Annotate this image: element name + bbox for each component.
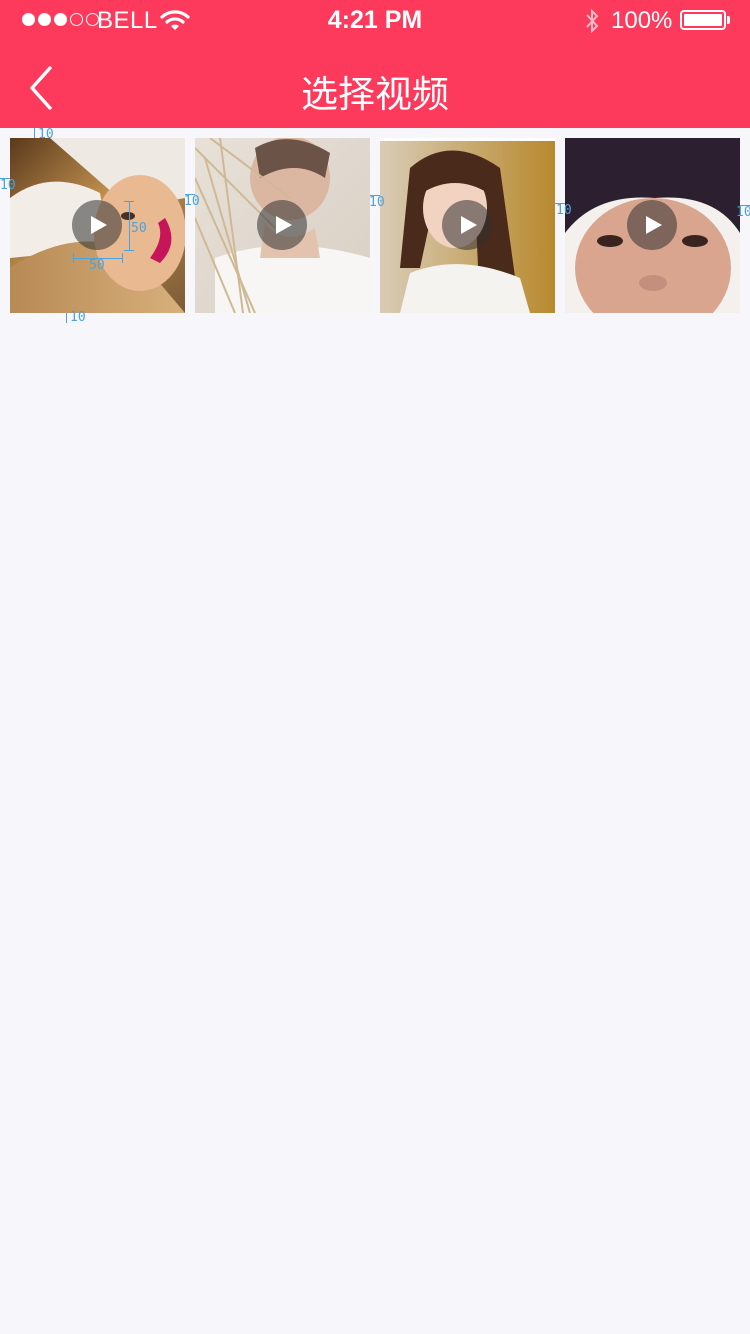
annotation-play-width: 50 (89, 258, 105, 273)
annotation-line (124, 250, 134, 251)
annotation-top-gap: 10 (38, 127, 54, 142)
annotation-right-gap: 10 (736, 205, 750, 220)
play-icon (91, 216, 107, 234)
annotation-line (66, 313, 67, 323)
annotation-line (124, 201, 134, 202)
annotation-left-gap: 10 (0, 178, 16, 193)
battery-percent: 100% (611, 7, 673, 34)
battery-icon (680, 10, 726, 30)
play-button[interactable] (72, 200, 122, 250)
bluetooth-icon (586, 8, 599, 34)
nav-header: BELL 4:21 PM 100% 选择视频 (0, 0, 750, 128)
play-button[interactable] (257, 200, 307, 250)
play-button[interactable] (627, 200, 677, 250)
video-thumbnail-3[interactable] (380, 138, 555, 313)
video-thumbnail-4[interactable] (565, 138, 740, 313)
battery-cap (727, 16, 730, 24)
page-title: 选择视频 (301, 73, 449, 116)
annotation-line (122, 253, 123, 263)
annotation-gap-1: 10 (184, 194, 200, 209)
status-bar: BELL 4:21 PM 100% (0, 0, 750, 40)
play-icon (646, 216, 662, 234)
annotation-play-height: 50 (131, 221, 147, 236)
video-thumbnail-2[interactable] (195, 138, 370, 313)
annotation-line (34, 128, 35, 138)
play-button[interactable] (442, 200, 492, 250)
annotation-gap-3: 10 (556, 203, 572, 218)
annotation-line (73, 253, 74, 263)
annotation-line (129, 201, 130, 251)
annotation-bottom-gap: 10 (70, 310, 86, 325)
play-icon (461, 216, 477, 234)
annotation-gap-2: 10 (369, 195, 385, 210)
play-icon (276, 216, 292, 234)
video-thumbnail-1[interactable] (10, 138, 185, 313)
